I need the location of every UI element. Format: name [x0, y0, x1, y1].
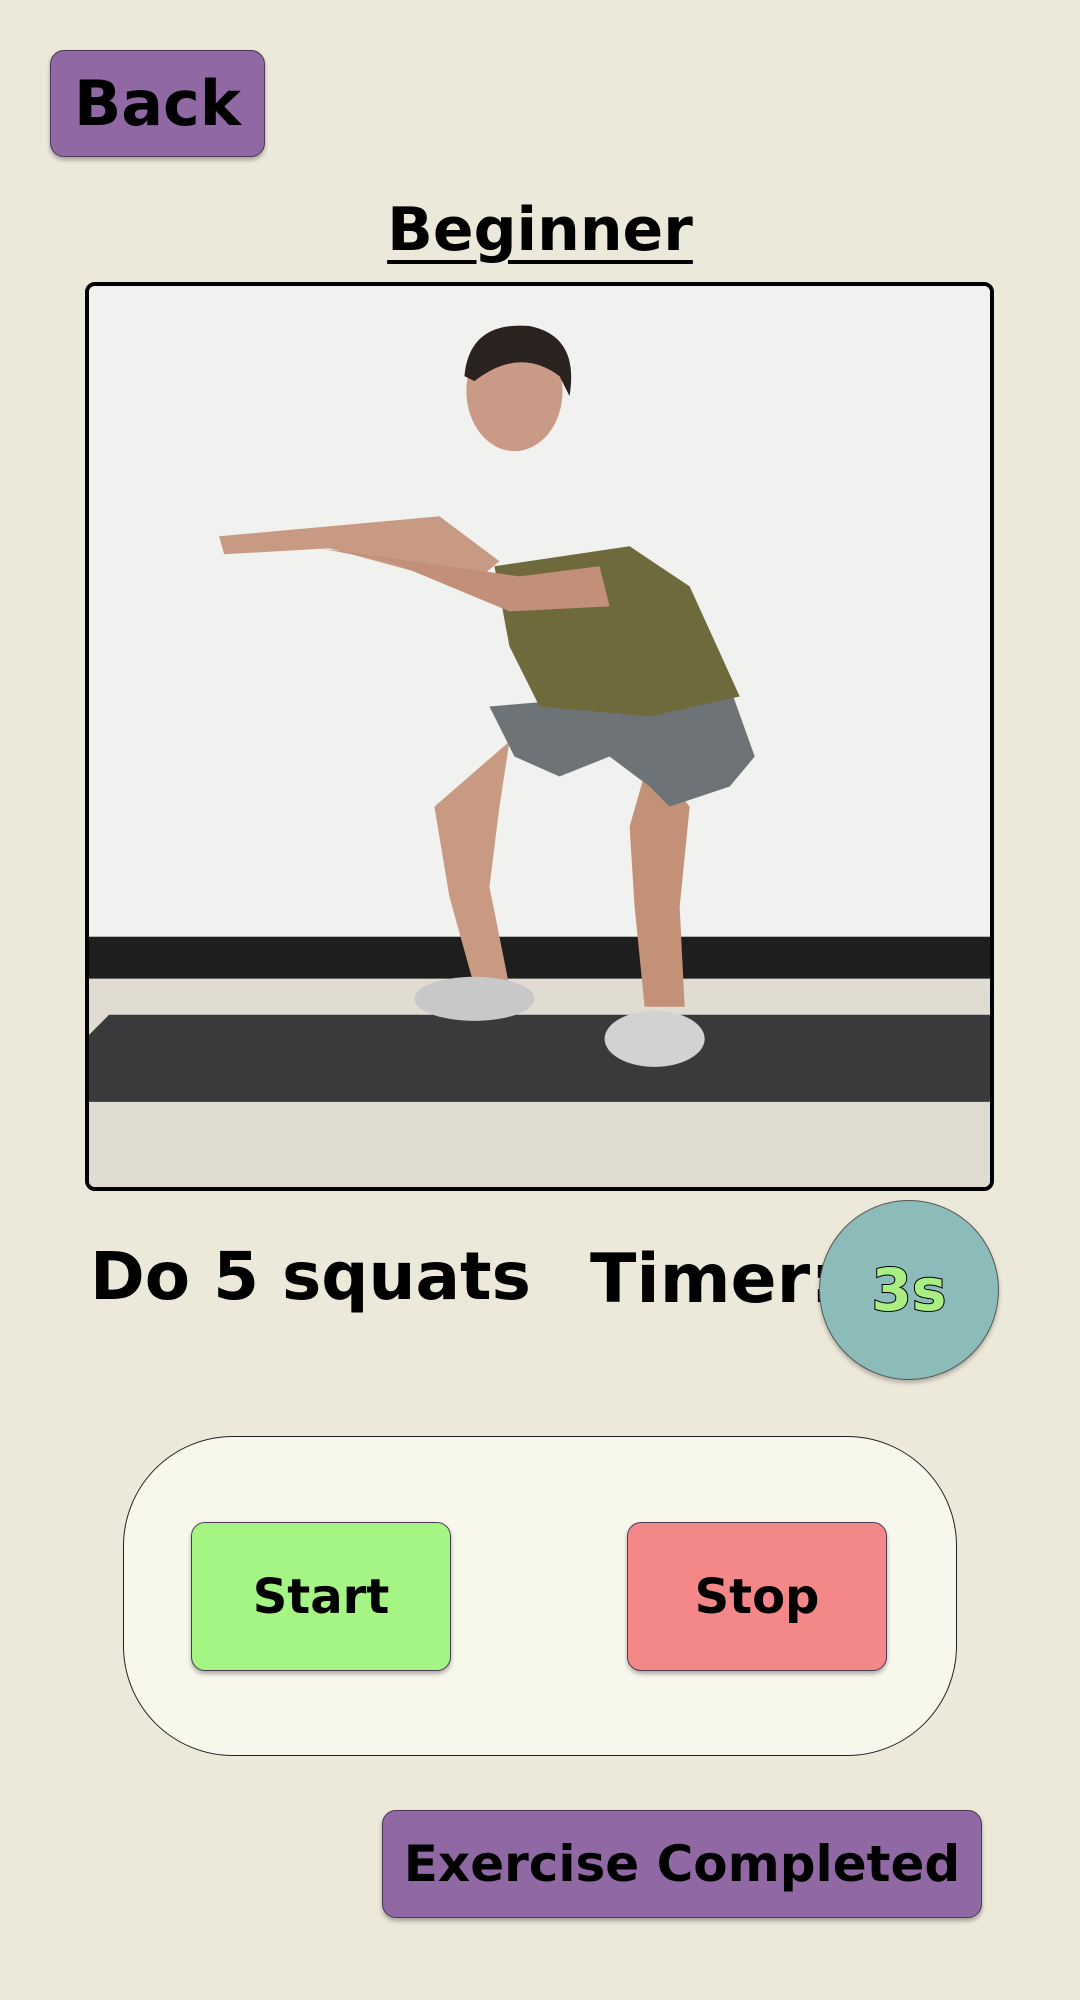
exercise-completed-button[interactable]: Exercise Completed [382, 1810, 982, 1918]
squat-illustration [89, 286, 990, 1187]
page-title-text: Beginner [387, 195, 693, 265]
page-title: Beginner [0, 195, 1080, 265]
exercise-image [85, 282, 994, 1191]
back-button[interactable]: Back [50, 50, 265, 157]
exercise-instruction: Do 5 squats [90, 1238, 531, 1315]
timer-value: 3s [871, 1255, 948, 1325]
timer-label: Timer: [590, 1240, 838, 1319]
start-button[interactable]: Start [191, 1522, 451, 1671]
stop-button[interactable]: Stop [627, 1522, 887, 1671]
timer-display: 3s [819, 1200, 999, 1380]
